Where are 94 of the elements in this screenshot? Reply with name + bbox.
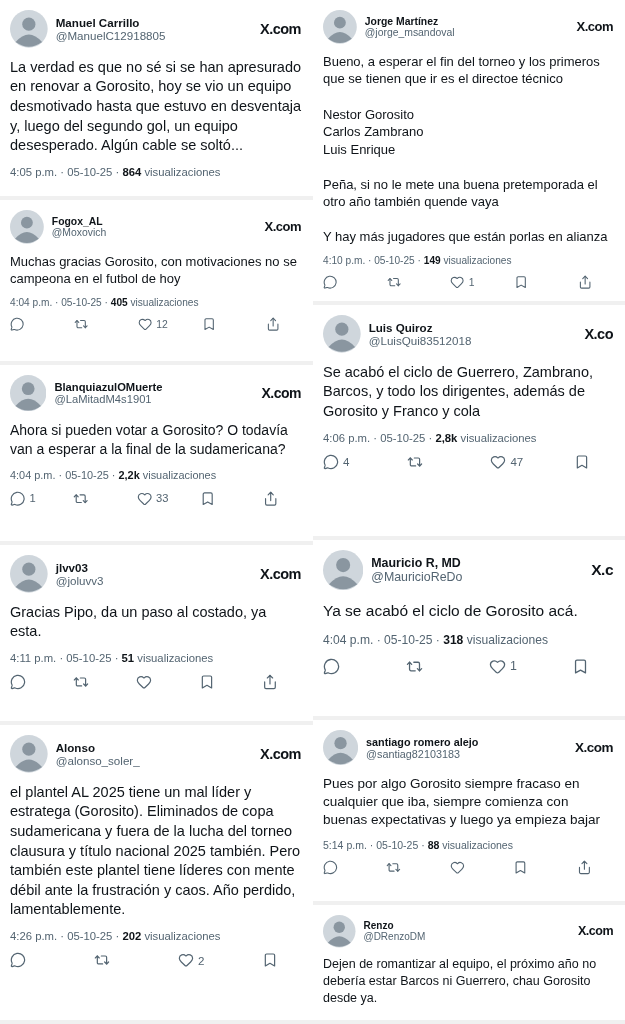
avatar [10, 555, 48, 593]
speech-bubble-icon[interactable] [10, 952, 26, 968]
avatar [323, 915, 356, 948]
tweet-text: Ahora si pueden votar a Gorosito? O todavía van a esperar a la final de la sudamericana? [10, 421, 289, 459]
speech-bubble-icon[interactable] [323, 275, 338, 290]
tweet-text: Ya se acabó el ciclo de Gorosito acá. [323, 601, 579, 622]
site-logo: X.com [578, 924, 613, 939]
user-name: Alonso [55, 740, 96, 754]
tweet-meta: 4:06 p.m. · 05-10-25 · 2,8k visualizaciones [323, 431, 538, 444]
user-handle: @alonso_soler_ [55, 753, 141, 767]
site-logo: X.com [264, 219, 301, 235]
heart-icon[interactable] [490, 453, 507, 470]
site-logo: X.com [575, 740, 613, 756]
tweet-meta: 4:04 p.m. · 05-10-25 · 405 visualizaciones [10, 297, 200, 309]
tweet-text: Se acabó el ciclo de Guerrero, Zambrano, Barcos, y todo los dirigentes, además de Gorosito y Franco y cola [323, 362, 594, 421]
heart-icon[interactable] [136, 674, 153, 691]
bookmark-icon[interactable] [514, 275, 529, 290]
tweet-text: Gracias Pipo, da un paso al costado, ya esta. [10, 602, 268, 642]
avatar [323, 315, 361, 353]
user-name: Fogox_AL [51, 215, 103, 227]
like-count: 1 [509, 659, 517, 674]
speech-bubble-icon[interactable] [323, 860, 338, 875]
avatar [10, 10, 48, 48]
heart-icon[interactable] [178, 952, 195, 968]
tweet-text: el plantel AL 2025 tiene un mal líder y estratega (Gorosito). Eliminados de copa sudamericana y fuera de la lucha del torneo clausura y título nacional 2025 también. Pero también este plantel tiene líderes con mente débil ante la frustración y caos. Año perdido, lamentablemente. [10, 782, 301, 920]
avatar [323, 550, 364, 591]
user-name: jlvv03 [55, 560, 89, 574]
share-icon[interactable] [577, 275, 593, 290]
speech-bubble-icon[interactable] [323, 657, 341, 675]
heart-icon[interactable] [136, 490, 153, 506]
speech-bubble-icon[interactable] [10, 317, 25, 332]
user-name: Renzo [363, 920, 395, 932]
user-handle: @jorge_msandoval [364, 26, 456, 38]
user-name: Luis Quiroz [368, 320, 434, 334]
speech-bubble-icon[interactable] [10, 674, 26, 691]
heart-icon[interactable] [488, 657, 506, 675]
user-handle: @LuisQui83512018 [368, 333, 473, 347]
bookmark-icon[interactable] [201, 317, 217, 332]
tweet-meta: 4:04 p.m. · 05-10-25 · 2,2k visualizaciones [10, 468, 218, 481]
tweet-text: Dejen de romantizar al equipo, el próximo año no debería estar Barcos ni Guerrero, chau Gorosito desde ya. [323, 956, 598, 1007]
bookmark-icon[interactable] [513, 860, 528, 875]
site-logo: X.com [260, 745, 301, 762]
like-count: 2 [198, 953, 205, 967]
avatar [323, 10, 357, 44]
reply-count: 4 [342, 455, 350, 469]
user-name: santiago romero alejo [366, 735, 480, 748]
like-count: 1 [468, 276, 475, 288]
user-name: Mauricio R, MD [371, 556, 462, 571]
repost-icon[interactable] [386, 860, 402, 875]
avatar [10, 735, 48, 773]
user-handle: @joluvv3 [55, 573, 105, 587]
like-count: 12 [156, 318, 168, 330]
user-name: Manuel Carrillo [55, 15, 141, 29]
site-logo: X.co [584, 325, 613, 342]
like-count: 33 [156, 492, 169, 505]
tweet-meta: 5:14 p.m. · 05-10-25 · 88 visualizaciones [323, 838, 514, 851]
user-handle: @MauricioReDo [371, 570, 464, 585]
tweet-meta: 4:11 p.m. · 05-10-25 · 51 visualizaciones [10, 652, 215, 665]
repost-icon[interactable] [94, 952, 110, 968]
share-icon[interactable] [576, 860, 592, 875]
share-icon[interactable] [265, 317, 281, 332]
tweet-text: La verdad es que no sé si se han apresurado en renovar a Gorosito, hoy se vio un equipo desmotivado hasta que estuvo en desventaja y, luego del segundo gol, un equipo desesperado. Algún cable se soltó... [10, 57, 301, 156]
user-handle: @ManuelC12918805 [55, 28, 167, 42]
tweet-meta: 4:04 p.m. · 05-10-25 · 318 visualizaciones [323, 632, 549, 647]
user-handle: @DRenzoDM [363, 931, 427, 943]
avatar [10, 375, 47, 412]
site-logo: X.c [591, 561, 613, 580]
avatar [323, 730, 359, 766]
heart-icon[interactable] [450, 275, 465, 290]
avatar [10, 210, 44, 244]
site-logo: X.com [576, 19, 613, 35]
site-logo: X.com [261, 385, 301, 402]
bookmark-icon[interactable] [200, 490, 216, 506]
share-icon[interactable] [262, 674, 279, 691]
reply-count: 1 [29, 492, 36, 505]
tweet-meta: 4:26 p.m. · 05-10-25 · 202 visualizaciones [10, 929, 222, 942]
user-handle: @santiag82103183 [366, 747, 460, 760]
tweet-meta: 4:10 p.m. · 05-10-25 · 149 visualizaciones [323, 255, 513, 266]
like-count: 47 [510, 455, 524, 469]
speech-bubble-icon[interactable] [10, 490, 26, 506]
site-logo: X.com [260, 565, 301, 582]
speech-bubble-icon[interactable] [323, 453, 339, 470]
heart-icon[interactable] [137, 317, 153, 332]
user-handle: @LaMitadM4s1901 [54, 393, 153, 406]
share-icon[interactable] [263, 490, 279, 506]
site-logo: X.com [260, 20, 301, 37]
tweet-text: Bueno, a esperar el fin del torneo y los primeros que se tienen que ir es el directoe técnico Nestor Gorosito Carlos Zambrano Luis Enrique Peña, si no le mete una buena pretemporada el otro año también quende vaya Y hay más jugadores que están porlas en alianza [323, 52, 609, 246]
heart-icon[interactable] [449, 860, 465, 875]
user-handle: @Moxovich [51, 226, 108, 238]
user-name: Jorge Martínez [364, 15, 439, 27]
user-name: BlanquiazulOMuerte [54, 381, 164, 394]
tweet-text: Muchas gracias Gorosito, con motivaciones no se campeona en el futbol de hoy [10, 252, 298, 288]
tweet-meta: 4:05 p.m. · 05-10-25 · 864 visualizaciones [10, 165, 222, 178]
tweet-text: Pues por algo Gorosito siempre fracaso en cualquier que iba, siempre comienza con buenas expectativas y luego ya empieza bajar [323, 774, 601, 829]
